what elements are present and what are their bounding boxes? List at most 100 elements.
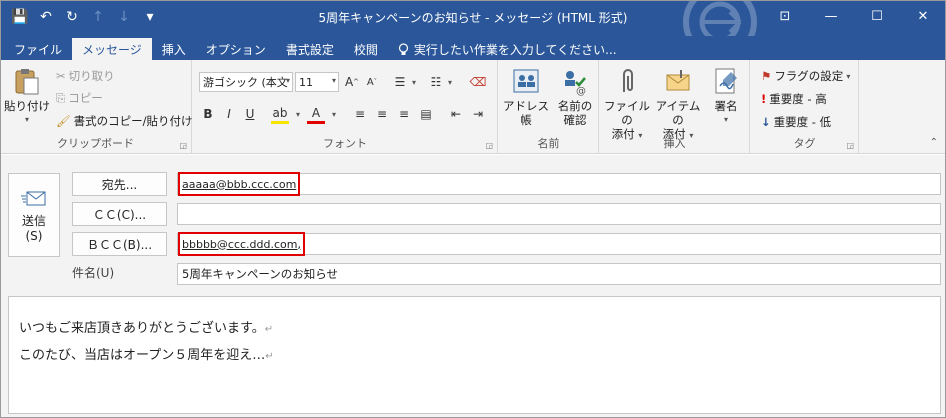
window-controls: ⊡ — ☐ ✕ xyxy=(762,0,946,32)
paragraph-mark-icon: ↵ xyxy=(264,324,274,335)
font-name-combo[interactable]: 游ゴシック (本文 ▾ xyxy=(199,72,293,92)
subject-label: 件名(U) xyxy=(72,266,115,280)
increase-indent-icon[interactable]: ⇥ xyxy=(469,104,487,124)
align-center-icon[interactable]: ≡ xyxy=(373,104,391,124)
tab-format-text[interactable]: 書式設定 xyxy=(276,38,344,60)
high-importance-button[interactable]: ! 重要度 - 高 xyxy=(761,91,827,107)
signature-label: 署名 xyxy=(714,99,738,113)
chevron-down-icon: ▾ xyxy=(846,71,851,81)
address-book-button[interactable]: アドレス帳 xyxy=(501,66,551,127)
low-importance-label: 重要度 - 低 xyxy=(773,115,832,129)
clipboard-launcher-icon[interactable]: ◲ xyxy=(179,141,187,150)
tags-group: ⚑ フラグの設定 ▾ ! 重要度 - 高 ↓ 重要度 - 低 タグ ◲ xyxy=(751,60,859,154)
message-body[interactable]: いつもご来店頂きありがとうございます。↵ このたび、当店はオープン５周年を迎え…… xyxy=(8,296,941,414)
font-color-icon[interactable]: A xyxy=(307,104,325,124)
font-size-combo[interactable]: 11 ▾ xyxy=(295,72,339,92)
justify-icon[interactable]: ▤ xyxy=(417,104,435,124)
attach-file-button[interactable]: ファイルの 添付 ▾ xyxy=(602,66,652,143)
ribbon: 貼り付け ▾ ✂ 切り取り ⎘ コピー 🖌 書式のコピー/貼り付け クリップボー… xyxy=(0,60,946,154)
to-recipient-highlight: aaaaa@bbb.ccc.com xyxy=(178,172,301,196)
body-line-text: いつもご来店頂きありがとうございます。 xyxy=(19,321,265,336)
chevron-down-icon[interactable]: ▾ xyxy=(289,104,307,124)
address-book-icon xyxy=(513,69,539,93)
cc-field[interactable] xyxy=(177,203,941,225)
bcc-field[interactable]: bbbbb@ccc.ddd.com, xyxy=(177,232,941,256)
high-importance-label: 重要度 - 高 xyxy=(769,92,827,106)
lightbulb-icon xyxy=(398,42,408,55)
cc-button[interactable]: ＣＣ(C)... xyxy=(72,202,167,226)
copy-icon: ⎘ xyxy=(56,90,66,105)
send-icon xyxy=(21,191,46,206)
font-size-value: 11 xyxy=(299,75,313,89)
align-right-icon[interactable]: ≡ xyxy=(395,104,413,124)
align-left-icon[interactable]: ≡ xyxy=(351,104,369,124)
paragraph-mark-icon: ↵ xyxy=(265,351,274,362)
highlight-icon[interactable]: ab xyxy=(271,104,289,124)
italic-button[interactable]: I xyxy=(220,104,238,124)
send-label-1: 送信 xyxy=(21,214,46,228)
paste-button[interactable]: 貼り付け ▾ xyxy=(4,66,50,127)
signature-button[interactable]: 署名 ▾ xyxy=(706,66,746,127)
format-painter-button[interactable]: 🖌 書式のコピー/貼り付け xyxy=(56,113,192,129)
ribbon-display-options-icon[interactable]: ⊡ xyxy=(762,0,808,32)
clear-formatting-icon[interactable]: ⌫ xyxy=(469,72,487,92)
send-button[interactable]: 送信 (S) xyxy=(8,173,60,257)
bcc-recipient-highlight: bbbbb@ccc.ddd.com, xyxy=(178,232,305,256)
envelope-attach-icon xyxy=(666,70,690,91)
grow-font-icon[interactable]: A ^ xyxy=(343,72,361,92)
minimize-icon[interactable]: — xyxy=(808,0,854,32)
check-names-label-2: 確認 xyxy=(563,113,587,127)
cut-label: 切り取り xyxy=(68,69,115,83)
compose-area: 送信 (S) 宛先... aaaaa@bbb.ccc.com ＣＣ(C)... … xyxy=(0,155,946,418)
chevron-down-icon: ▾ xyxy=(331,76,336,85)
maximize-icon[interactable]: ☐ xyxy=(854,0,900,32)
bold-button[interactable]: B xyxy=(199,104,217,124)
check-names-button[interactable]: @ 名前の 確認 xyxy=(553,66,597,127)
check-names-label-1: 名前の xyxy=(557,99,593,113)
chevron-down-icon[interactable]: ▾ xyxy=(441,72,459,92)
follow-up-button[interactable]: ⚑ フラグの設定 ▾ xyxy=(761,68,850,84)
scissors-icon: ✂ xyxy=(56,69,66,83)
cut-button[interactable]: ✂ 切り取り xyxy=(56,68,115,84)
underline-button[interactable]: U xyxy=(241,104,259,124)
tags-launcher-icon[interactable]: ◲ xyxy=(846,141,854,150)
font-group: 游ゴシック (本文 ▾ 11 ▾ A ^ Aˇ ☰ ▾ ☷ ▾ ⌫ B I U a… xyxy=(193,60,498,154)
close-icon[interactable]: ✕ xyxy=(900,0,946,32)
to-button[interactable]: 宛先... xyxy=(72,172,167,196)
names-group: アドレス帳 @ 名前の 確認 名前 xyxy=(499,60,599,154)
paste-label: 貼り付け xyxy=(4,99,50,113)
names-group-label: 名前 xyxy=(537,137,560,150)
collapse-ribbon-icon[interactable]: ⌃ xyxy=(930,137,938,148)
subject-field[interactable]: 5周年キャンペーンのお知らせ xyxy=(177,263,941,285)
body-line: このたび、当店はオープン５周年を迎え…↵ xyxy=(19,343,930,370)
decrease-indent-icon[interactable]: ⇤ xyxy=(447,104,465,124)
clipboard-group-label: クリップボード xyxy=(57,137,134,150)
paintbrush-icon: 🖌 xyxy=(56,114,71,128)
low-importance-button[interactable]: ↓ 重要度 - 低 xyxy=(761,114,831,130)
tab-options[interactable]: オプション xyxy=(196,38,276,60)
chevron-down-icon[interactable]: ▾ xyxy=(405,72,423,92)
tab-file[interactable]: ファイル xyxy=(4,38,72,60)
tell-me-box[interactable]: 実行したい作業を入力してください... xyxy=(388,38,627,60)
tab-message[interactable]: メッセージ xyxy=(72,38,152,60)
flag-icon: ⚑ xyxy=(761,69,772,83)
font-name-value: 游ゴシック (本文 xyxy=(203,76,288,89)
attach-item-label-1: アイテムの xyxy=(655,99,701,127)
tags-group-label: タグ xyxy=(793,137,816,150)
bcc-button[interactable]: ＢＣＣ(B)... xyxy=(72,232,167,256)
tell-me-text: 実行したい作業を入力してください... xyxy=(413,42,617,57)
tab-review[interactable]: 校閲 xyxy=(344,38,388,60)
attach-item-button[interactable]: アイテムの 添付 ▾ xyxy=(653,66,703,143)
shrink-font-icon[interactable]: Aˇ xyxy=(363,72,381,92)
title-bar: 💾 ↶ ↻ ↑ ↓ ▾ 5周年キャンペーンのお知らせ - メッセージ (HTML… xyxy=(0,0,946,36)
copy-label: コピー xyxy=(68,91,103,105)
tab-insert[interactable]: 挿入 xyxy=(152,38,196,60)
signature-dropdown-icon: ▾ xyxy=(723,115,728,124)
include-group-label: 挿入 xyxy=(663,137,686,150)
address-book-label: アドレス帳 xyxy=(503,99,549,127)
font-launcher-icon[interactable]: ◲ xyxy=(485,141,493,150)
copy-button[interactable]: ⎘ コピー xyxy=(56,90,103,106)
to-field[interactable]: aaaaa@bbb.ccc.com xyxy=(177,172,941,196)
chevron-down-icon[interactable]: ▾ xyxy=(325,104,343,124)
clipboard-group: 貼り付け ▾ ✂ 切り取り ⎘ コピー 🖌 書式のコピー/貼り付け クリップボー… xyxy=(0,60,192,154)
